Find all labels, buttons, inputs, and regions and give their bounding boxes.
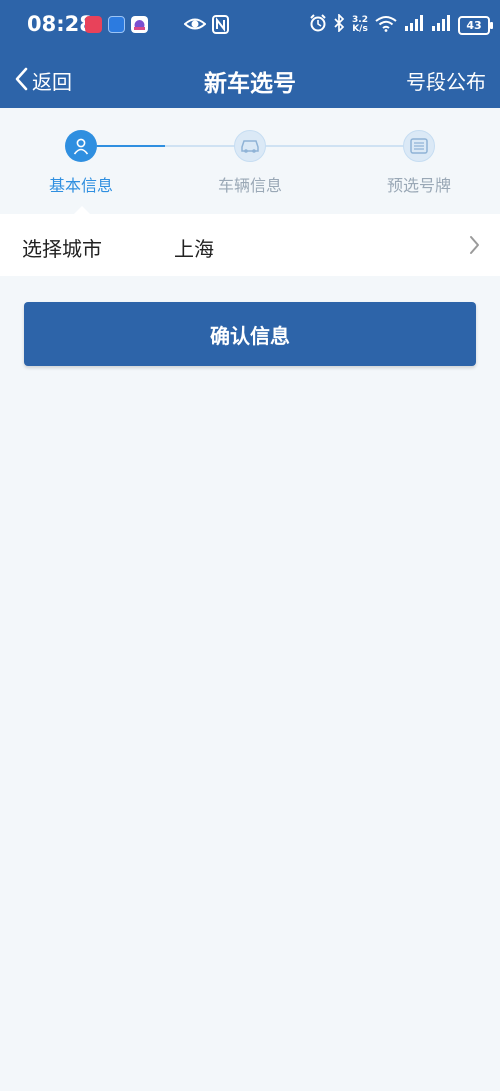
eye-icon: [183, 15, 207, 37]
app-icon-blue: [108, 16, 125, 33]
step-label: 基本信息: [48, 176, 113, 195]
city-value: 上海: [174, 237, 214, 261]
back-button[interactable]: 返回: [14, 66, 72, 95]
signal-icon: [404, 15, 424, 35]
signal-icon: [431, 15, 451, 35]
step-pointer: [74, 206, 90, 214]
city-select-row[interactable]: 选择城市 上海: [0, 214, 500, 276]
nfc-icon: [212, 15, 229, 38]
chevron-left-icon: [14, 67, 28, 95]
app-icon-game: [131, 16, 148, 33]
wifi-icon: [375, 15, 397, 36]
step-vehicle-info: 车辆信息: [190, 130, 310, 196]
step-plate-select: 预选号牌: [359, 130, 479, 196]
net-speed: 3.2 K/s: [352, 15, 368, 34]
plate-icon: [403, 130, 435, 162]
back-label: 返回: [32, 70, 72, 94]
battery-icon: 43: [458, 15, 493, 35]
status-bar: 08:28 3.2 K/s 43: [0, 0, 500, 50]
confirm-button[interactable]: 确认信息: [24, 302, 476, 366]
step-indicator: 基本信息 车辆信息 预选号牌: [0, 108, 500, 214]
chevron-right-icon: [469, 235, 480, 259]
step-label: 车辆信息: [217, 176, 282, 195]
user-icon: [65, 130, 97, 162]
bluetooth-icon: [334, 12, 345, 36]
step-label: 预选号牌: [386, 176, 451, 195]
nav-bar: 返回 新车选号 号段公布: [0, 50, 500, 108]
car-icon: [234, 130, 266, 162]
number-segment-link[interactable]: 号段公布: [406, 66, 486, 95]
city-label: 选择城市: [22, 237, 102, 261]
status-time: 08:28: [27, 12, 94, 36]
app-icon-red: [85, 16, 102, 33]
alarm-icon: [309, 14, 327, 36]
step-basic-info: 基本信息: [21, 130, 141, 196]
